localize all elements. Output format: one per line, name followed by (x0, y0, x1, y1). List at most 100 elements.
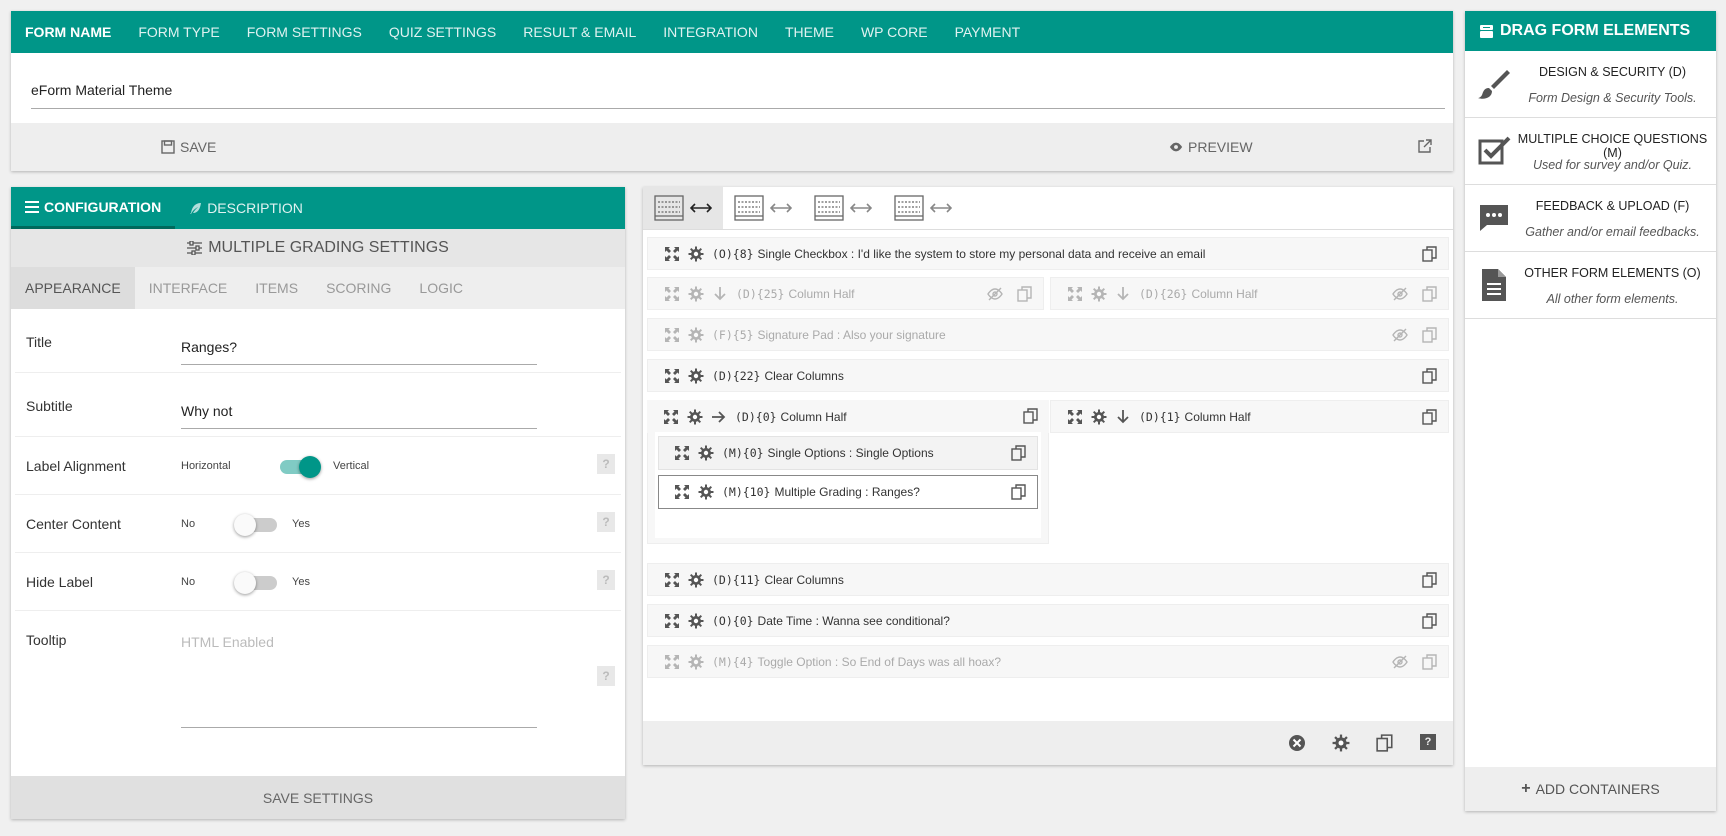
hidden-eye-icon[interactable] (1392, 654, 1408, 670)
copy-icon[interactable] (1023, 408, 1039, 424)
gear-icon[interactable] (688, 286, 704, 302)
title-input[interactable]: Ranges? (181, 339, 537, 365)
gear-icon[interactable] (688, 327, 704, 343)
gear-icon[interactable] (1332, 734, 1350, 752)
element-group-feedback-upload[interactable]: FEEDBACK & UPLOAD (F) Gather and/or emai… (1465, 185, 1716, 252)
nested-element-row[interactable]: (M){0} Single Options : Single Options (658, 436, 1038, 470)
tab-form-name[interactable]: FORM NAME (25, 24, 111, 40)
copy-icon[interactable] (1422, 409, 1438, 425)
tab-result-email[interactable]: RESULT & EMAIL (523, 24, 636, 40)
element-row[interactable]: (O){0} Date Time : Wanna see conditional… (647, 604, 1449, 637)
element-row[interactable]: (D){26} Column Half (1050, 277, 1449, 310)
subtab-scoring[interactable]: SCORING (312, 267, 405, 309)
close-icon[interactable] (1288, 734, 1306, 752)
copy-icon[interactable] (1422, 572, 1438, 588)
gear-icon[interactable] (1091, 286, 1107, 302)
center-content-toggle[interactable] (234, 511, 280, 537)
help-icon[interactable]: ? (597, 454, 615, 474)
element-row[interactable]: (D){11} Clear Columns (647, 563, 1449, 596)
layout-selector (643, 187, 1453, 230)
tab-theme[interactable]: THEME (785, 24, 834, 40)
tab-configuration[interactable]: CONFIGURATION (11, 187, 176, 229)
tab-form-type[interactable]: FORM TYPE (138, 24, 219, 40)
copy-icon[interactable] (1422, 368, 1438, 384)
gear-icon[interactable] (688, 572, 704, 588)
copy-icon[interactable] (1422, 654, 1438, 670)
gear-icon[interactable] (688, 246, 704, 262)
help-icon[interactable]: ? (597, 666, 615, 686)
copy-icon[interactable] (1422, 246, 1438, 262)
tab-description[interactable]: DESCRIPTION (175, 187, 317, 229)
subtab-items[interactable]: ITEMS (241, 267, 312, 309)
tab-form-settings[interactable]: FORM SETTINGS (247, 24, 362, 40)
move-icon[interactable] (674, 484, 690, 500)
gear-icon[interactable] (698, 484, 714, 500)
element-group-multiple-choice[interactable]: MULTIPLE CHOICE QUESTIONS (M) Used for s… (1465, 118, 1716, 185)
help-icon[interactable]: ? (1420, 734, 1436, 750)
subtab-appearance[interactable]: APPEARANCE (11, 267, 135, 309)
open-external-button[interactable] (1418, 139, 1432, 153)
subtab-interface[interactable]: INTERFACE (135, 267, 242, 309)
layout-option-3[interactable] (803, 187, 883, 229)
no-label: No (181, 518, 196, 530)
hidden-eye-icon[interactable] (1392, 286, 1408, 302)
copy-icon[interactable] (1422, 286, 1438, 302)
hidden-eye-icon[interactable] (987, 286, 1003, 302)
move-icon[interactable] (664, 246, 680, 262)
form-name-panel: FORM NAME FORM TYPE FORM SETTINGS QUIZ S… (11, 11, 1453, 171)
gear-icon[interactable] (688, 654, 704, 670)
nested-element-row-selected[interactable]: (M){10} Multiple Grading : Ranges? (658, 475, 1038, 509)
tab-quiz-settings[interactable]: QUIZ SETTINGS (389, 24, 496, 40)
move-icon[interactable] (664, 654, 680, 670)
tooltip-textarea[interactable]: HTML Enabled (181, 634, 537, 728)
element-text: Single Options : Single Options (767, 446, 934, 460)
tab-wp-core[interactable]: WP CORE (861, 24, 928, 40)
element-row[interactable]: (D){25} Column Half (647, 277, 1044, 310)
element-group-other[interactable]: OTHER FORM ELEMENTS (O) All other form e… (1465, 252, 1716, 319)
copy-icon[interactable] (1422, 327, 1438, 343)
add-containers-button[interactable]: + ADD CONTAINERS (1465, 767, 1716, 811)
copy-icon[interactable] (1011, 484, 1027, 500)
subtab-logic[interactable]: LOGIC (405, 267, 477, 309)
copy-icon[interactable] (1422, 613, 1438, 629)
save-settings-button[interactable]: SAVE SETTINGS (11, 776, 625, 819)
help-icon[interactable]: ? (597, 512, 615, 532)
copy-icon[interactable] (1376, 734, 1394, 752)
move-icon[interactable] (1067, 409, 1083, 425)
save-button[interactable]: SAVE (161, 139, 216, 155)
element-row[interactable]: (O){8} Single Checkbox : I'd like the sy… (647, 237, 1449, 270)
move-icon[interactable] (664, 572, 680, 588)
layout-option-1[interactable] (643, 187, 723, 229)
gear-icon[interactable] (687, 409, 703, 425)
gear-icon[interactable] (688, 368, 704, 384)
layout-option-2[interactable] (723, 187, 803, 229)
move-icon[interactable] (664, 613, 680, 629)
move-icon[interactable] (1067, 286, 1083, 302)
preview-button[interactable]: PREVIEW (1169, 139, 1253, 155)
gear-icon[interactable] (698, 445, 714, 461)
hide-label-toggle[interactable] (234, 569, 280, 595)
gear-icon[interactable] (688, 613, 704, 629)
help-icon[interactable]: ? (597, 570, 615, 590)
hidden-eye-icon[interactable] (1392, 327, 1408, 343)
subtitle-input[interactable]: Why not (181, 403, 537, 429)
tab-payment[interactable]: PAYMENT (955, 24, 1021, 40)
layout-option-4[interactable] (883, 187, 963, 229)
move-icon[interactable] (664, 368, 680, 384)
form-name-input[interactable]: eForm Material Theme (31, 79, 1445, 109)
gear-icon[interactable] (1091, 409, 1107, 425)
move-icon[interactable] (664, 327, 680, 343)
move-icon[interactable] (674, 445, 690, 461)
move-icon[interactable] (664, 286, 680, 302)
element-group-design-security[interactable]: DESIGN & SECURITY (D) Form Design & Secu… (1465, 51, 1716, 118)
element-row[interactable]: (M){4} Toggle Option : So End of Days wa… (647, 645, 1449, 678)
element-row[interactable]: (D){1} Column Half (1050, 400, 1449, 433)
label-alignment-toggle[interactable] (277, 453, 323, 479)
tab-integration[interactable]: INTEGRATION (663, 24, 758, 40)
copy-icon[interactable] (1017, 286, 1033, 302)
element-row[interactable]: (D){22} Clear Columns (647, 359, 1449, 392)
copy-icon[interactable] (1011, 445, 1027, 461)
element-row[interactable]: (F){5} Signature Pad : Also your signatu… (647, 318, 1449, 351)
move-icon[interactable] (663, 409, 679, 425)
element-row[interactable]: (D){0} Column Half (647, 400, 1049, 433)
